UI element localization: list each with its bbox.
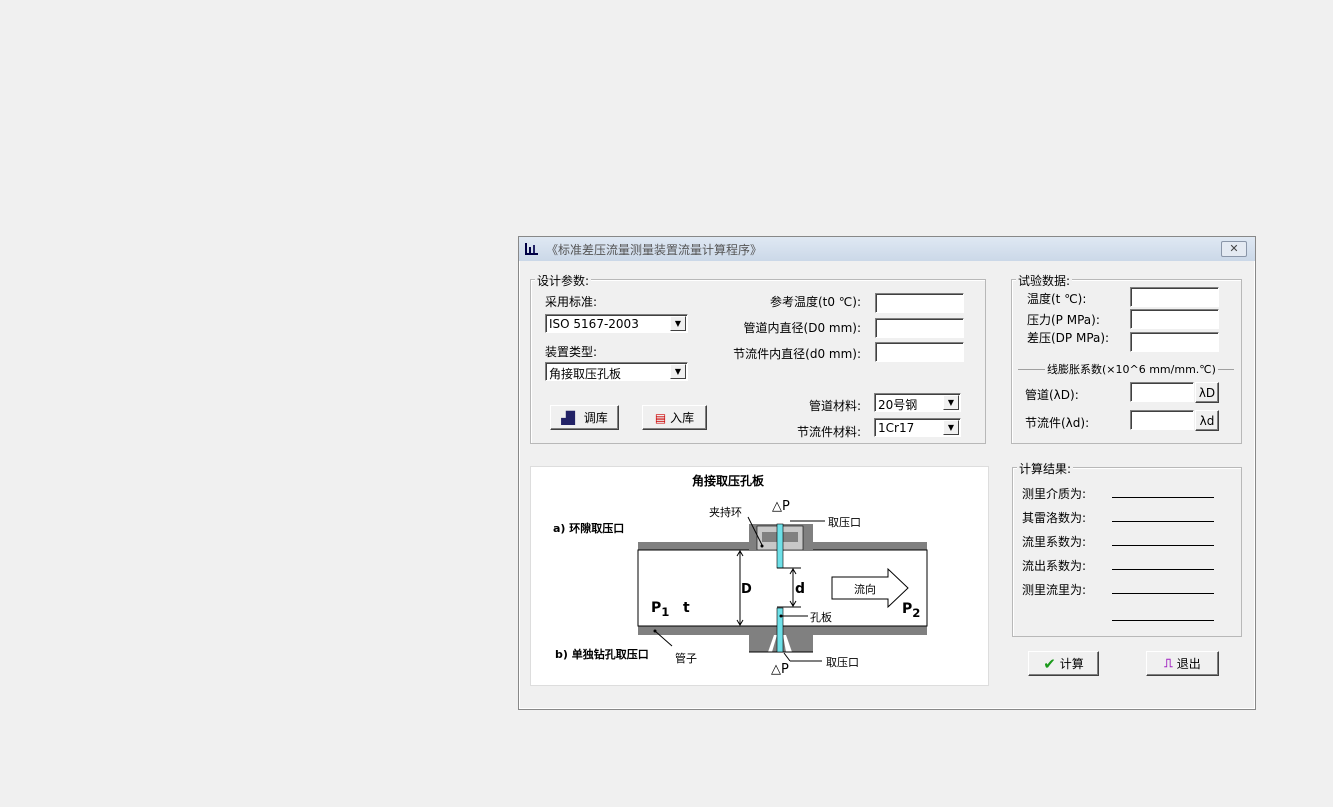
p2-subscript: 2 [912,605,921,620]
ref-temp-label: 参考温度(t0 ℃): [769,295,861,309]
checkmark-icon: ✔ [1043,654,1056,673]
dp-label: 差压(DP MPa): [1027,331,1110,345]
chevron-down-icon: ▼ [670,364,686,379]
pipe-diam-input[interactable] [875,318,964,338]
throttle-material-select[interactable]: 1Cr17 ▼ [874,418,961,437]
bar-chart-icon: ▟▌ [561,410,580,425]
exit-label: 退出 [1176,657,1201,671]
pipe-material-label: 管道材料: [808,399,861,413]
pressure-label: 压力(P MPa): [1027,313,1100,327]
exit-door-icon: ⎍ [1164,656,1173,670]
throttle-diam-label: 节流件内直径(d0 mm): [733,347,861,361]
orifice-plate-top [776,523,784,569]
tap-top-label: 取压口 [828,516,861,529]
chevron-down-icon: ▼ [670,316,686,331]
expansion-label: 线膨胀系数(×10^6 mm/mm.℃) [1045,361,1218,377]
throttle-expansion-label: 节流件(λd): [1025,416,1090,430]
throttle-diam-input[interactable] [875,342,964,362]
result-label: 其雷洛数为: [1022,511,1087,525]
pipe-material-select[interactable]: 20号钢 ▼ [874,393,961,412]
throttle-material-value: 1Cr17 [878,421,915,435]
pipe-label: 管子 [675,652,697,665]
standard-value: ISO 5167-2003 [549,317,639,331]
p2-label: P2 [902,601,920,620]
b-label: b) 单独钻孔取压口 [555,648,649,661]
result-value-line [1112,521,1214,522]
diagram-title: 角接取压孔板 [692,474,765,488]
chevron-down-icon: ▼ [943,420,959,435]
result-value-line [1112,593,1214,594]
pipe-expansion-input[interactable] [1130,382,1194,402]
pipe-material-value: 20号钢 [878,398,918,412]
close-icon: ✕ [1229,242,1239,255]
t-label: t [683,600,690,616]
load-library-label: 调库 [583,411,608,425]
p1-subscript: 1 [661,604,670,619]
pipe-lambda-label: λD [1198,385,1216,400]
D-label: D [741,582,752,597]
throttle-material-label: 节流件材料: [796,425,861,439]
clamp-ring-label: 夹持环 [709,506,742,519]
result-value-line [1112,620,1214,621]
device-select[interactable]: 角接取压孔板 ▼ [545,362,688,381]
throttle-expansion-input[interactable] [1130,410,1194,430]
dp-top-label: △P [772,499,790,514]
dp-input[interactable] [1130,332,1219,352]
window-title: 《标准差压流量测量装置流量计算程序》 [546,243,763,257]
pipe-diam-label: 管道内直径(D0 mm): [743,321,861,335]
save-db-icon: ▤ [654,410,667,425]
exit-button[interactable]: ⎍ 退出 [1146,651,1219,676]
throttle-lambda-label: λd [1199,413,1215,428]
temp-label: 温度(t ℃): [1027,292,1087,306]
load-library-button[interactable]: ▟▌ 调库 [550,405,619,430]
p2-text: P [902,601,913,617]
result-value-line [1112,569,1214,570]
tap-bottom-label: 取压口 [826,656,859,669]
p1-text: P [651,600,662,616]
test-data-legend: 试验数据: [1016,272,1073,289]
a-label: a) 环隙取压口 [553,522,625,535]
standard-label: 采用标准: [545,295,598,309]
chart-icon [525,243,538,255]
pipe-lambda-button[interactable]: λD [1195,382,1219,403]
design-params-legend: 设计参数: [535,272,592,289]
result-label: 测里介质为: [1022,487,1087,501]
results-legend: 计算结果: [1017,460,1074,477]
calculate-label: 计算 [1059,657,1084,671]
p1-label: P1 [651,600,669,619]
d-label: d [795,581,806,597]
result-value-line [1112,545,1214,546]
calculate-button[interactable]: ✔ 计算 [1028,651,1099,676]
standard-select[interactable]: ISO 5167-2003 ▼ [545,314,688,333]
throttle-lambda-button[interactable]: λd [1195,410,1219,431]
save-library-label: 入库 [670,411,695,425]
orifice-plate-bottom [776,607,784,653]
result-label: 流里系数为: [1022,535,1087,549]
result-value-line [1112,497,1214,498]
device-label: 装置类型: [545,345,598,359]
pipe-expansion-label: 管道(λD): [1025,388,1079,402]
temp-input[interactable] [1130,287,1219,307]
save-library-button[interactable]: ▤ 入库 [642,405,707,430]
plate-label: 孔板 [810,611,832,624]
chevron-down-icon: ▼ [943,395,959,410]
result-label: 流出系数为: [1022,559,1087,573]
result-label: 测里流里为: [1022,583,1087,597]
ref-temp-input[interactable] [875,293,964,313]
device-value: 角接取压孔板 [549,367,622,381]
flow-label: 流向 [854,583,876,596]
close-button[interactable]: ✕ [1221,241,1247,257]
pressure-input[interactable] [1130,309,1219,329]
dp-bottom-label: △P [771,662,789,677]
